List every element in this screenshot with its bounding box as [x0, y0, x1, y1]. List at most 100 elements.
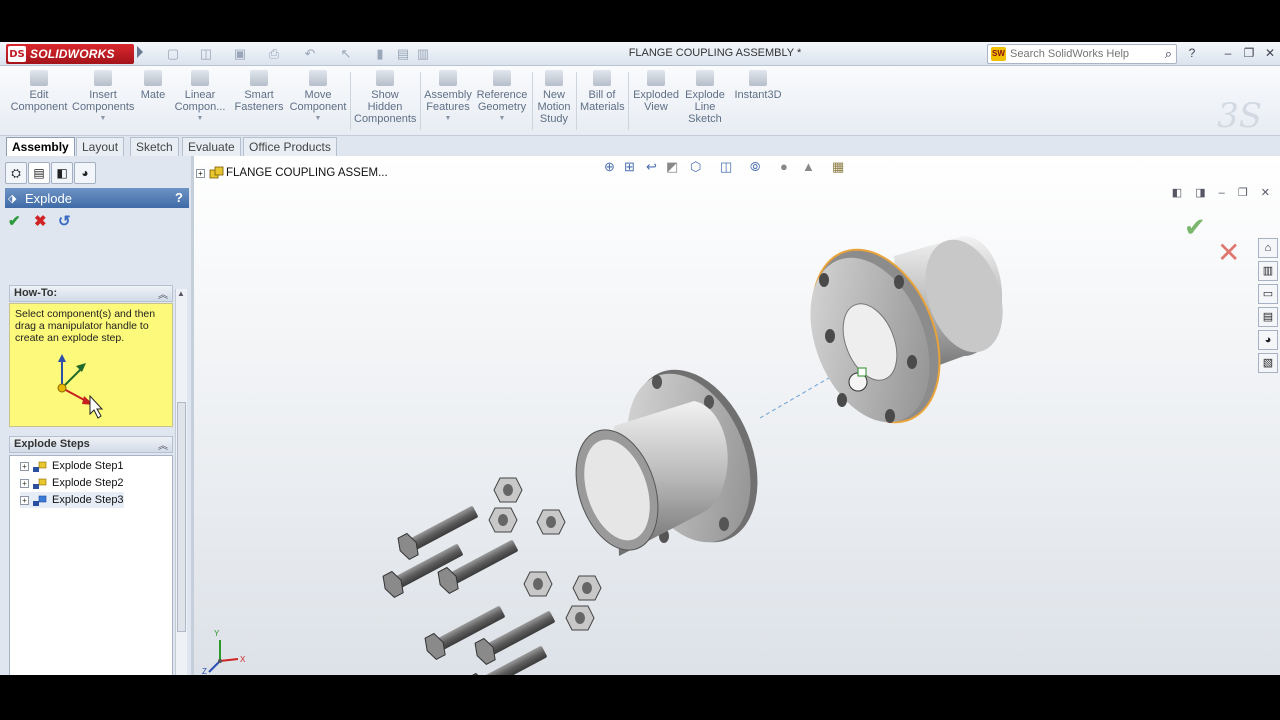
right-flange-part[interactable]: [788, 230, 1016, 441]
property-manager-tab-icon[interactable]: ▤: [28, 162, 50, 184]
exploded-view-icon: [647, 70, 665, 86]
help-search-box[interactable]: SW ⌕: [987, 44, 1177, 64]
options-icon[interactable]: ▥: [415, 46, 431, 62]
feature-manager-tab-icon[interactable]: ⛭: [5, 162, 27, 184]
display-manager-tab-icon[interactable]: ◕: [74, 162, 96, 184]
bill-of-materials-button[interactable]: Bill of Materials: [580, 70, 625, 113]
graphics-area[interactable]: + FLANGE COUPLING ASSEM... ⊕ ⊞ ↩ ◩ ⬡ ◫ ⦾…: [194, 156, 1280, 675]
assembly-features-icon: [439, 70, 457, 86]
new-motion-study-button[interactable]: New Motion Study: [536, 70, 572, 125]
tab-sketch[interactable]: Sketch: [130, 137, 179, 156]
show-hidden-components-button[interactable]: Show Hidden Components: [354, 70, 416, 125]
dropdown-arrow-icon[interactable]: ▼: [288, 113, 348, 125]
tool-label: Edit Component: [10, 89, 68, 113]
dropdown-arrow-icon[interactable]: ▼: [476, 113, 528, 125]
howto-group-header[interactable]: How-To: ︽: [9, 285, 173, 302]
reference-geometry-button[interactable]: Reference Geometry ▼: [476, 70, 528, 125]
expand-icon[interactable]: +: [20, 495, 29, 505]
dassault-logo-icon: 3S: [1217, 96, 1262, 136]
explode-step-label: Explode Step3: [52, 494, 124, 506]
motion-study-icon: [545, 70, 563, 86]
collapse-icon[interactable]: ︽: [158, 437, 168, 452]
mate-icon: [144, 70, 162, 86]
linear-component-pattern-button[interactable]: Linear Compon... ▼: [172, 70, 228, 125]
panel-scrollbar[interactable]: ▲ ▼: [175, 289, 187, 675]
insert-components-button[interactable]: Insert Components ▼: [72, 70, 134, 125]
save-icon[interactable]: ▣: [232, 46, 248, 62]
print-icon[interactable]: ⎙: [266, 46, 282, 62]
exploded-view-button[interactable]: Exploded View: [632, 70, 680, 113]
open-folder-icon[interactable]: ◫: [198, 46, 214, 62]
triad-y-label: Y: [214, 629, 220, 638]
undo-icon[interactable]: ↶: [302, 46, 318, 62]
explode-step-item[interactable]: + Explode Step2: [20, 475, 124, 491]
scroll-thumb[interactable]: [177, 402, 186, 632]
insert-components-icon: [94, 70, 112, 86]
new-document-icon[interactable]: ▢: [165, 46, 181, 62]
explode-step-item[interactable]: + Explode Step1: [20, 458, 124, 474]
assembly-features-button[interactable]: Assembly Features ▼: [423, 70, 473, 125]
ok-check-icon[interactable]: ✔: [8, 212, 21, 230]
configuration-manager-tab-icon[interactable]: ◧: [51, 162, 73, 184]
explode-step-icon: [33, 461, 47, 472]
model-view: Y X Z: [202, 230, 1016, 675]
cancel-x-icon[interactable]: ✖: [34, 212, 47, 230]
explode-icon: ⬗: [8, 193, 17, 205]
tab-evaluate[interactable]: Evaluate: [182, 137, 241, 156]
search-icon[interactable]: ⌕: [1165, 46, 1172, 62]
tool-label: New Motion Study: [537, 89, 571, 125]
instant3d-button[interactable]: Instant3D: [732, 70, 784, 101]
triad-x-label: X: [240, 655, 246, 664]
expand-icon[interactable]: +: [20, 461, 29, 471]
toolbar-separator: [576, 72, 577, 130]
title-bar: DS SOLIDWORKS ▢ ◫ ▣ ⎙ ↶ ↖ ▮ ▤ ▥ FLANGE C…: [0, 42, 1280, 66]
toolbar-separator: [532, 72, 533, 130]
tool-label: Assembly Features: [424, 89, 472, 113]
file-properties-icon[interactable]: ▤: [395, 46, 411, 62]
explode-steps-group-header[interactable]: Explode Steps ︽: [9, 436, 173, 453]
tool-label: Exploded View: [633, 89, 679, 113]
help-search-input[interactable]: [1010, 48, 1150, 60]
collapse-icon[interactable]: ︽: [158, 286, 168, 301]
edit-component-button[interactable]: Edit Component: [10, 70, 68, 113]
menu-expand-icon[interactable]: [137, 46, 143, 58]
scroll-up-icon[interactable]: ▲: [177, 289, 185, 298]
minimize-icon[interactable]: –: [1220, 45, 1236, 61]
nut: [572, 575, 602, 601]
nut: [523, 571, 553, 597]
expand-icon[interactable]: +: [20, 478, 29, 488]
tab-layout[interactable]: Layout: [76, 137, 125, 156]
undo-icon[interactable]: ↺: [58, 212, 71, 230]
explode-step-icon: [33, 495, 47, 506]
rebuild-icon[interactable]: ▮: [372, 46, 388, 62]
property-manager-header: ⬗ Explode ?: [5, 188, 189, 208]
property-manager-actions: ✔ ✖ ↺: [8, 212, 88, 232]
dropdown-arrow-icon[interactable]: ▼: [72, 113, 134, 125]
smart-fasteners-button[interactable]: Smart Fasteners: [232, 70, 286, 113]
explode-step-icon: [33, 478, 47, 489]
explode-line-sketch-button[interactable]: Explode Line Sketch: [683, 70, 727, 125]
help-icon[interactable]: ?: [175, 190, 183, 205]
brand-name: SOLIDWORKS: [30, 47, 115, 61]
tool-label: Move Component: [289, 89, 347, 113]
tab-office-products[interactable]: Office Products: [243, 137, 337, 156]
manipulator-triad-icon: [57, 354, 104, 419]
move-component-button[interactable]: Move Component ▼: [288, 70, 348, 125]
explode-step-item-selected[interactable]: + Explode Step3: [20, 492, 124, 508]
nut: [536, 509, 566, 535]
explode-step-label: Explode Step1: [52, 460, 124, 472]
tab-assembly[interactable]: Assembly: [6, 137, 75, 156]
smart-fasteners-icon: [250, 70, 268, 86]
dropdown-arrow-icon[interactable]: ▼: [423, 113, 473, 125]
solidworks-window: DS SOLIDWORKS ▢ ◫ ▣ ⎙ ↶ ↖ ▮ ▤ ▥ FLANGE C…: [0, 42, 1280, 675]
help-question-icon[interactable]: ?: [1184, 45, 1200, 61]
close-icon[interactable]: ✕: [1262, 45, 1278, 61]
solidworks-menu-button[interactable]: DS SOLIDWORKS: [6, 44, 134, 64]
left-flange-part[interactable]: [562, 351, 782, 561]
restore-icon[interactable]: ❐: [1241, 45, 1257, 61]
tool-label: Linear Compon...: [174, 89, 226, 113]
dropdown-arrow-icon[interactable]: ▼: [172, 113, 228, 125]
nut: [488, 507, 518, 533]
mate-button[interactable]: Mate: [138, 70, 168, 101]
select-icon[interactable]: ↖: [338, 46, 354, 62]
